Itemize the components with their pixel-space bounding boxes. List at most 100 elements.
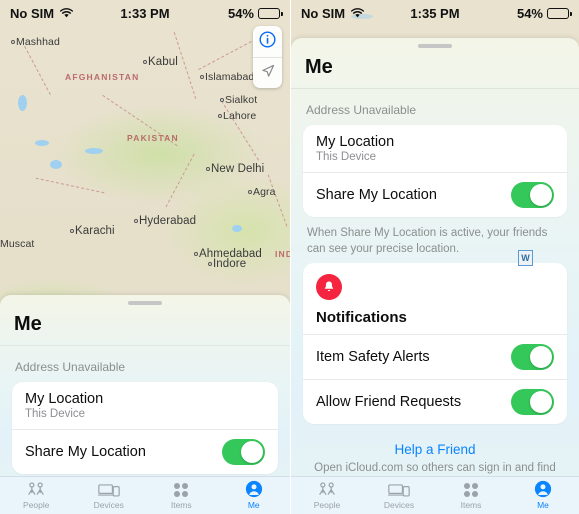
map-label: Sialkot [225,94,258,106]
item-safety-alerts-row[interactable]: Item Safety Alerts [303,334,567,379]
share-my-location-row[interactable]: Share My Location [303,172,567,217]
tab-people[interactable]: People [0,481,73,510]
map-label: Agra [253,186,276,198]
notifications-header: Notifications [303,263,567,334]
map-label: Mashhad [16,36,60,48]
map-city-dot [206,167,210,171]
battery-icon [547,7,572,19]
item-safety-alerts-label: Item Safety Alerts [316,349,430,366]
tab-items[interactable]: Items [435,481,507,510]
people-icon [317,481,337,498]
map-border-8 [267,174,288,227]
map-label: New Delhi [211,163,265,175]
share-my-location-row[interactable]: Share My Location [12,429,278,474]
me-icon [534,480,552,498]
devices-icon [388,481,410,498]
map-label: Islamabad [205,71,255,83]
annotation-marker-w[interactable]: W [518,250,533,266]
tab-items[interactable]: Items [145,481,218,510]
tab-label: People [313,500,341,510]
battery-percent: 54% [227,5,254,21]
tab-label: People [23,500,50,510]
my-location-title: My Location [316,134,395,150]
notifications-title: Notifications [316,309,407,327]
my-location-card: My Location This Device Share My Locatio… [303,125,567,217]
map-label: Karachi [75,225,115,237]
map-city-dot [134,219,138,223]
tab-devices[interactable]: Devices [363,481,435,510]
notifications-card: Notifications Item Safety Alerts Allow F… [303,263,567,425]
tab-devices[interactable]: Devices [73,481,146,510]
map-label: Muscat [0,238,35,250]
tab-people[interactable]: People [291,481,363,510]
tab-bar-left: People Devices Items Me [0,476,290,514]
allow-friend-requests-row[interactable]: Allow Friend Requests [303,379,567,424]
allow-friend-requests-toggle[interactable] [511,389,554,416]
locate-me-button[interactable] [253,57,282,88]
info-button[interactable] [253,26,282,57]
tab-label: Items [170,500,192,510]
tab-me[interactable]: Me [218,480,291,510]
map-border-4 [198,40,252,71]
my-location-title: My Location [25,391,104,407]
map-city-dot [143,60,147,64]
left-phone-screen: Mashhad Kabul AFGHANISTAN Islamabad Sialkot L… [0,0,290,514]
tab-label: Me [247,500,260,510]
map-lake-1 [18,95,27,111]
share-my-location-label: Share My Location [316,187,437,203]
page-title: Me [305,56,333,78]
share-my-location-label: Share My Location [25,444,146,460]
people-icon [26,481,46,498]
help-a-friend-description: Open iCloud.com so others can sign in an… [314,462,556,475]
sheet-body-right: Address Unavailable My Location This Dev… [291,89,579,476]
items-icon [172,481,190,498]
share-my-location-toggle[interactable] [222,439,265,465]
map-label: Hyderabad [139,215,197,227]
map-city-dot [200,75,204,79]
sheet-header-left: Me [0,295,290,346]
my-location-row[interactable]: My Location This Device [303,125,567,172]
map-label: PAKISTAN [127,133,179,143]
bell-icon [316,274,342,301]
map-city-dot [11,40,15,44]
battery-percent: 54% [516,5,543,21]
map-label: AFGHANISTAN [65,72,140,82]
map-city-dot [220,98,224,102]
help-a-friend-link[interactable]: Help a Friend [303,424,567,461]
map-border-1 [24,45,51,96]
tab-me[interactable]: Me [507,480,579,510]
share-my-location-toggle[interactable] [511,182,554,208]
map-city-dot [248,190,252,194]
tab-label: Devices [93,500,124,510]
map-border-7 [165,153,195,208]
items-icon [462,481,480,498]
dual-screenshot-comparison: Mashhad Kabul AFGHANISTAN Islamabad Sialkot L… [0,0,579,514]
status-bar-right: No SIM 1:35 PM 54% [291,0,579,26]
devices-icon [97,481,120,498]
my-location-subtitle: This Device [316,151,377,163]
tab-label: Items [460,500,482,510]
status-bar-left: No SIM 1:33 PM 54% [0,0,290,26]
tab-label: Me [537,500,549,510]
sheet-header-right: Me [291,38,579,89]
navigation-arrow-icon [260,63,276,84]
map-lake-4 [50,160,62,169]
my-location-subtitle: This Device [25,408,86,420]
map-city-dot [208,262,212,266]
allow-friend-requests-label: Allow Friend Requests [316,394,462,411]
map-label: Indore [213,258,247,270]
map-lake-2 [35,140,49,146]
info-circle-icon [259,30,276,53]
map-lake-5 [232,225,242,232]
tab-bar-right: People Devices Items Me [291,476,579,514]
tab-label: Devices [383,500,415,510]
me-sheet-left: Me Address Unavailable My Location This … [0,295,290,476]
sheet-body-left: Address Unavailable My Location This Dev… [0,346,290,476]
map-label: IND [275,249,290,259]
map-city-dot [194,252,198,256]
address-status-label: Address Unavailable [15,360,126,374]
item-safety-alerts-toggle[interactable] [511,344,554,371]
me-icon [245,480,263,498]
my-location-row[interactable]: My Location This Device [12,382,278,429]
map-label: Lahore [223,110,257,122]
